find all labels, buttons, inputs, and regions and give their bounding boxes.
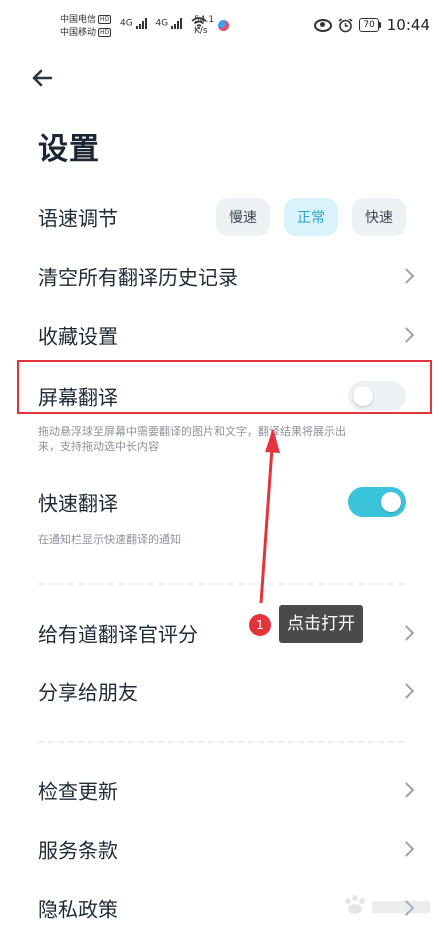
- privacy-label: 隐私政策: [38, 897, 118, 922]
- hd-badge: HD: [98, 28, 112, 37]
- clear-history-label: 清空所有翻译历史记录: [38, 265, 238, 290]
- section-divider: [38, 741, 404, 743]
- speed-slow-button[interactable]: 慢速: [216, 198, 270, 236]
- battery-level: 70: [359, 18, 379, 32]
- page-title: 设置: [38, 132, 100, 167]
- favorites-settings-item[interactable]: 收藏设置: [0, 306, 442, 364]
- favorites-settings-label: 收藏设置: [38, 324, 118, 349]
- chevron-right-icon: [398, 327, 415, 343]
- battery-icon: 70: [359, 18, 381, 32]
- check-update-item[interactable]: 检查更新: [0, 761, 442, 819]
- speed-normal-button[interactable]: 正常: [284, 198, 338, 236]
- chevron-right-icon: [398, 625, 415, 641]
- share-item[interactable]: 分享给朋友: [0, 662, 442, 720]
- carrier-info: 中国电信 HD 中国移动 HD: [60, 14, 112, 40]
- eye-icon: [314, 18, 333, 32]
- chevron-right-icon: [398, 268, 415, 284]
- app-notification-icon: [218, 20, 229, 31]
- quick-translate-row: 快速翻译: [0, 473, 442, 531]
- share-label: 分享给朋友: [38, 680, 138, 705]
- step-number-badge: 1: [249, 614, 271, 636]
- check-update-label: 检查更新: [38, 779, 118, 804]
- back-arrow-icon[interactable]: [30, 66, 54, 90]
- speech-rate-row: 语速调节 慢速 正常 快速: [0, 188, 442, 246]
- hd-badge: HD: [98, 15, 112, 24]
- quick-translate-label: 快速翻译: [38, 491, 118, 516]
- signal-icon: [135, 17, 147, 29]
- carrier-1: 中国电信: [60, 15, 97, 25]
- chevron-right-icon: [398, 683, 415, 699]
- section-divider: [38, 583, 404, 585]
- status-right: 70 10:44: [314, 16, 430, 34]
- rate-app-label: 给有道翻译官评分: [38, 622, 198, 647]
- speech-rate-label: 语速调节: [38, 206, 118, 231]
- speed-fast-button[interactable]: 快速: [352, 198, 406, 236]
- rate-app-item[interactable]: 给有道翻译官评分: [0, 604, 442, 662]
- watermark-logo: [345, 895, 430, 914]
- speech-rate-options: 慢速 正常 快速: [216, 198, 406, 236]
- terms-item[interactable]: 服务条款: [0, 820, 442, 878]
- alarm-icon: [338, 17, 353, 32]
- clock: 10:44: [386, 16, 430, 34]
- carrier-2: 中国移动: [60, 28, 97, 38]
- network-type: 4G: [155, 18, 169, 29]
- instruction-tooltip: 点击打开: [279, 605, 363, 643]
- quick-translate-description: 在通知栏显示快速翻译的通知: [38, 533, 181, 546]
- quick-translate-toggle[interactable]: [348, 487, 406, 517]
- chevron-right-icon: [398, 841, 415, 857]
- status-bar: 中国电信 HD 中国移动 HD 4G 4G 54.1 K/s 70 10:44: [0, 0, 442, 52]
- annotation-highlight-box: [17, 360, 432, 414]
- signal-icon: [171, 17, 183, 29]
- chevron-right-icon: [398, 782, 415, 798]
- network-speed: 54.1 K/s: [194, 15, 215, 36]
- clear-history-item[interactable]: 清空所有翻译历史记录: [0, 247, 442, 305]
- screen-translate-description: 拖动悬浮球至屏幕中需要翻译的图片和文字，翻译结果将展示出来，支持拖动选中长内容: [38, 425, 346, 453]
- terms-label: 服务条款: [38, 838, 118, 863]
- network-type: 4G: [120, 18, 133, 29]
- toggle-knob: [381, 492, 401, 512]
